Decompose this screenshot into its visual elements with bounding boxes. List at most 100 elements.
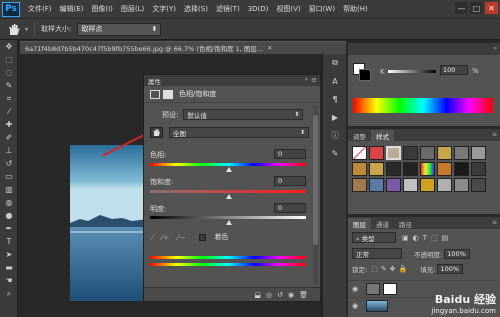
fill-field[interactable]: 100% bbox=[437, 264, 464, 274]
blur-tool-icon[interactable]: ◍ bbox=[0, 196, 18, 209]
style-swatch[interactable] bbox=[403, 162, 418, 176]
menu-window[interactable]: 窗口(W) bbox=[309, 4, 335, 14]
lightness-value-field[interactable]: 0 bbox=[274, 203, 306, 213]
restore-button[interactable]: □ bbox=[470, 2, 483, 14]
menu-help[interactable]: 帮助(H) bbox=[343, 4, 368, 14]
color-value-field[interactable]: 100 bbox=[440, 65, 468, 75]
tab-layers[interactable]: 图层 bbox=[348, 218, 371, 229]
style-swatch[interactable] bbox=[437, 146, 452, 160]
shape-tool-icon[interactable]: ▬ bbox=[0, 261, 18, 274]
character-panel-icon[interactable]: A bbox=[323, 72, 347, 90]
actions-panel-icon[interactable]: ▶ bbox=[323, 108, 347, 126]
style-swatch[interactable] bbox=[369, 162, 384, 176]
color-slider-track[interactable] bbox=[388, 70, 436, 73]
brush-tool-icon[interactable]: ✐ bbox=[0, 131, 18, 144]
style-swatch[interactable] bbox=[386, 146, 401, 160]
pen-tool-icon[interactable]: ✒ bbox=[0, 222, 18, 235]
tab-adjustments[interactable]: 调整 bbox=[348, 130, 371, 141]
lightness-slider-track[interactable] bbox=[150, 216, 306, 219]
tool-preset-caret-icon[interactable]: ▾ bbox=[25, 26, 28, 33]
style-swatch[interactable] bbox=[471, 146, 486, 160]
style-swatch[interactable] bbox=[420, 146, 435, 160]
tab-paths[interactable]: 路径 bbox=[394, 218, 417, 229]
menu-filter[interactable]: 滤镜(T) bbox=[216, 4, 240, 14]
layer-kind-select[interactable]: ⌕ 类型 bbox=[352, 232, 396, 243]
eyedropper-minus-icon[interactable]: ⁄− bbox=[177, 233, 185, 242]
targeted-adjust-hand-icon[interactable] bbox=[150, 127, 163, 138]
blend-mode-select[interactable]: 正常 bbox=[352, 248, 402, 259]
style-swatch[interactable] bbox=[386, 178, 401, 192]
close-button[interactable]: ✕ bbox=[485, 2, 498, 14]
brush-panel-icon[interactable]: ✎ bbox=[323, 144, 347, 162]
style-swatch[interactable] bbox=[386, 162, 401, 176]
view-previous-icon[interactable]: ◎ bbox=[266, 291, 272, 299]
channel-select[interactable]: 全图 ⬍ bbox=[169, 127, 309, 138]
properties-scrollbar[interactable] bbox=[313, 105, 318, 285]
history-brush-tool-icon[interactable]: ↺ bbox=[0, 157, 18, 170]
scrollbar-thumb[interactable] bbox=[313, 115, 318, 245]
eye-icon[interactable]: ◉ bbox=[288, 291, 294, 299]
eyedropper-icon[interactable]: ⁄ bbox=[152, 233, 153, 242]
layer-mask-thumbnail[interactable] bbox=[383, 282, 397, 295]
style-swatch[interactable] bbox=[437, 162, 452, 176]
path-select-tool-icon[interactable]: ➤ bbox=[0, 248, 18, 261]
style-swatch[interactable] bbox=[420, 178, 435, 192]
hue-value-field[interactable]: 0 bbox=[274, 149, 306, 159]
menu-layer[interactable]: 图层(L) bbox=[121, 4, 144, 14]
tab-channels[interactable]: 通道 bbox=[371, 218, 394, 229]
eraser-tool-icon[interactable]: ▭ bbox=[0, 170, 18, 183]
trash-icon[interactable]: 🗑 bbox=[299, 291, 308, 299]
saturation-slider-thumb[interactable] bbox=[226, 194, 232, 199]
quick-select-tool-icon[interactable]: ✎ bbox=[0, 79, 18, 92]
zoom-tool-icon[interactable]: ⌕ bbox=[0, 287, 18, 300]
menu-select[interactable]: 选择(S) bbox=[184, 4, 208, 14]
lightness-slider-thumb[interactable] bbox=[226, 220, 232, 225]
type-tool-icon[interactable]: T bbox=[0, 235, 18, 248]
properties-title-bar[interactable]: 属性 » ≡ bbox=[144, 75, 320, 86]
style-swatch[interactable] bbox=[352, 162, 367, 176]
menu-edit[interactable]: 编辑(E) bbox=[60, 4, 84, 14]
move-tool-icon[interactable]: ✥ bbox=[0, 40, 18, 53]
collapse-panel-icon[interactable]: » bbox=[304, 76, 308, 83]
document-tab[interactable]: 6a71f4b8d7b5b470c47f5b9fb755be66.jpg @ 6… bbox=[20, 41, 346, 54]
menu-type[interactable]: 文字(Y) bbox=[152, 4, 176, 14]
close-document-icon[interactable]: ✕ bbox=[267, 44, 272, 52]
stamp-tool-icon[interactable]: ⊥ bbox=[0, 144, 18, 157]
info-panel-icon[interactable]: ⓘ bbox=[323, 126, 347, 144]
eyedropper-plus-icon[interactable]: ⁄+ bbox=[161, 233, 169, 242]
style-swatch[interactable] bbox=[454, 162, 469, 176]
hue-slider-thumb[interactable] bbox=[226, 167, 232, 172]
panel-menu-icon[interactable]: ≡ bbox=[492, 219, 497, 226]
mask-icon[interactable] bbox=[163, 89, 173, 99]
marquee-tool-icon[interactable]: ⬚ bbox=[0, 53, 18, 66]
colorize-checkbox[interactable] bbox=[199, 233, 207, 241]
gradient-tool-icon[interactable]: ▥ bbox=[0, 183, 18, 196]
style-swatch[interactable] bbox=[454, 146, 469, 160]
collapse-panel-icon[interactable]: » bbox=[493, 45, 497, 52]
menu-3d[interactable]: 3D(D) bbox=[248, 5, 269, 13]
tab-styles[interactable]: 样式 bbox=[371, 130, 394, 141]
hand-tool-preset-icon[interactable] bbox=[4, 20, 24, 38]
style-swatch[interactable] bbox=[369, 178, 384, 192]
style-swatch[interactable] bbox=[471, 162, 486, 176]
style-swatch[interactable] bbox=[352, 146, 367, 160]
lock-icons[interactable]: ⬚✎✥🔒 bbox=[371, 265, 410, 273]
menu-image[interactable]: 图像(I) bbox=[91, 4, 113, 14]
crop-tool-icon[interactable]: ⌗ bbox=[0, 92, 18, 105]
menu-file[interactable]: 文件(F) bbox=[28, 4, 52, 14]
style-swatch[interactable] bbox=[369, 146, 384, 160]
healing-tool-icon[interactable]: ✚ bbox=[0, 118, 18, 131]
paragraph-panel-icon[interactable]: ¶ bbox=[323, 90, 347, 108]
color-spectrum-bar[interactable] bbox=[353, 98, 493, 113]
style-swatch[interactable] bbox=[454, 178, 469, 192]
style-swatch[interactable] bbox=[352, 178, 367, 192]
sample-size-select[interactable]: 取样点 ⬍ bbox=[77, 22, 162, 36]
lasso-tool-icon[interactable]: ◌ bbox=[0, 66, 18, 79]
style-swatch[interactable] bbox=[403, 178, 418, 192]
dodge-tool-icon[interactable]: ● bbox=[0, 209, 18, 222]
clip-to-layer-icon[interactable]: ⬓ bbox=[254, 291, 261, 299]
history-panel-icon[interactable]: ⧉ bbox=[323, 54, 347, 72]
panel-menu-icon[interactable]: ≡ bbox=[311, 76, 317, 84]
style-swatch[interactable] bbox=[471, 178, 486, 192]
saturation-value-field[interactable]: 0 bbox=[274, 176, 306, 186]
